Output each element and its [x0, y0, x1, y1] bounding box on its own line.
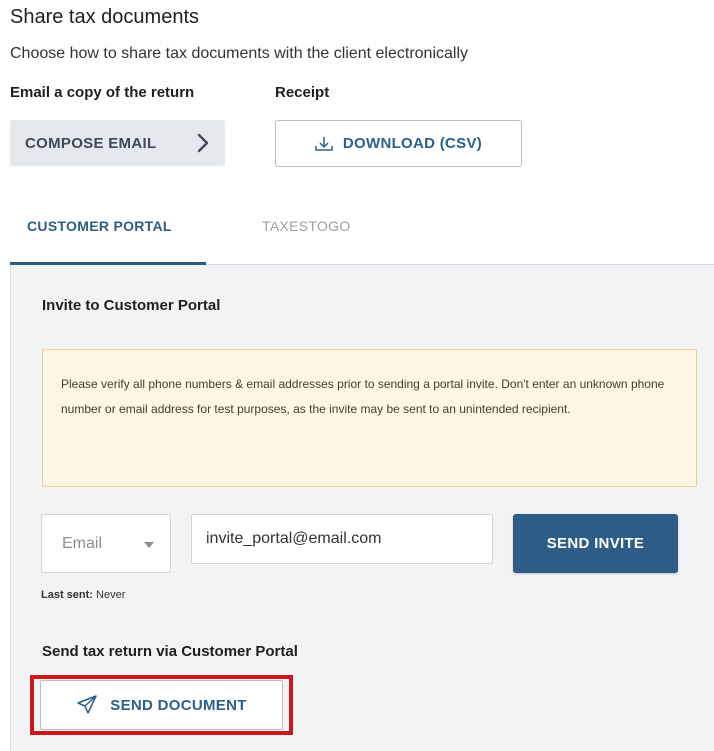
compose-email-button[interactable]: COMPOSE EMAIL: [10, 120, 225, 166]
invite-section-title: Invite to Customer Portal: [42, 297, 221, 314]
contact-type-value: Email: [62, 534, 103, 552]
last-sent-info: Last sent: Never: [41, 589, 125, 601]
tab-customer-portal[interactable]: CUSTOMER PORTAL: [27, 218, 172, 234]
caret-down-icon: [144, 542, 154, 548]
compose-email-label: COMPOSE EMAIL: [25, 134, 157, 152]
download-icon: [315, 136, 333, 151]
chevron-right-icon: [197, 133, 209, 153]
last-sent-value: Never: [96, 589, 126, 601]
highlight-annotation: [30, 675, 293, 735]
download-csv-button[interactable]: DOWNLOAD (CSV): [275, 120, 522, 167]
download-csv-label: DOWNLOAD (CSV): [342, 135, 483, 152]
email-input[interactable]: [191, 514, 493, 564]
receipt-section-label: Receipt: [275, 84, 330, 101]
page-subtitle: Choose how to share tax documents with t…: [10, 45, 469, 62]
contact-type-select[interactable]: Email: [41, 514, 171, 573]
page-title: Share tax documents: [10, 6, 199, 28]
last-sent-label: Last sent:: [41, 589, 93, 601]
tab-taxestogo[interactable]: TAXESTOGO: [262, 218, 351, 234]
send-return-section-title: Send tax return via Customer Portal: [42, 643, 298, 660]
email-section-label: Email a copy of the return: [10, 84, 195, 101]
warning-notice: Please verify all phone numbers & email …: [42, 349, 697, 487]
send-invite-button[interactable]: SEND INVITE: [513, 514, 678, 573]
share-tax-documents-page: Share tax documents Choose how to share …: [0, 0, 714, 751]
